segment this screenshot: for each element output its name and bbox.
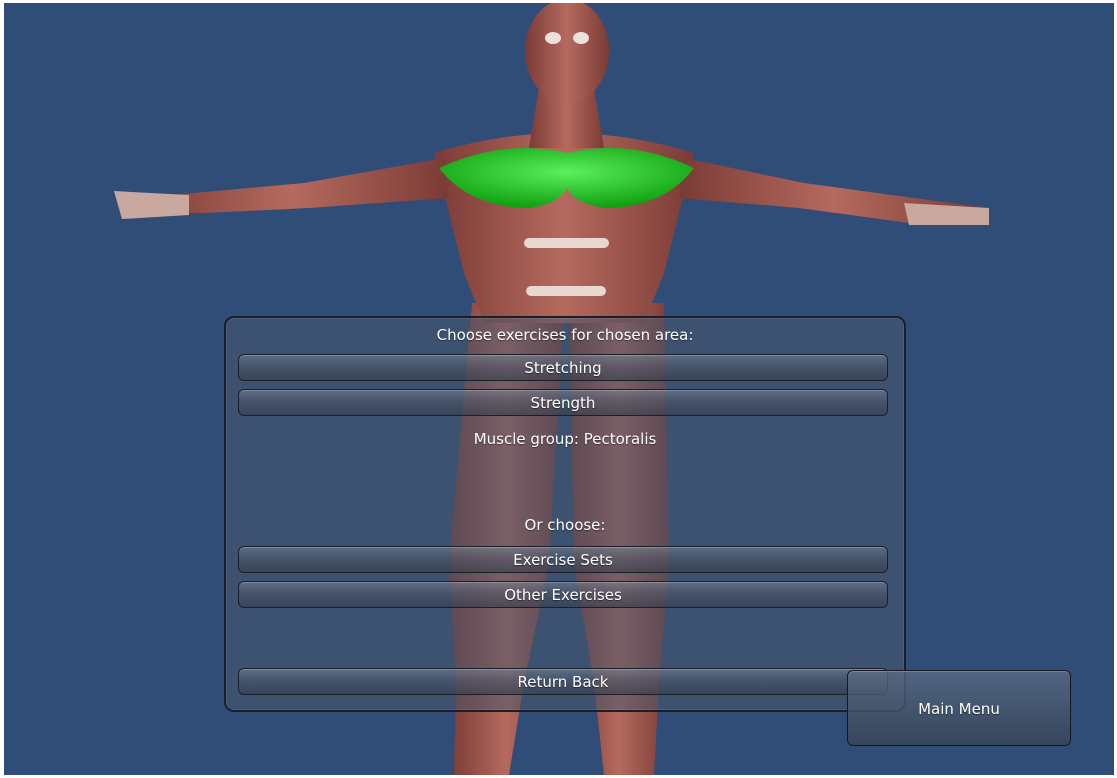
- panel-heading: Choose exercises for chosen area:: [436, 326, 694, 344]
- or-choose-label: Or choose:: [524, 516, 606, 534]
- eye-left: [545, 32, 561, 44]
- head: [525, 3, 609, 103]
- muscle-group-label: Muscle group: Pectoralis: [473, 430, 657, 448]
- return-back-button[interactable]: Return Back: [238, 668, 888, 695]
- abs-line-2: [526, 286, 606, 296]
- left-hand: [114, 191, 189, 219]
- eye-right: [573, 32, 589, 44]
- abs-line-1: [524, 238, 609, 248]
- exercise-sets-button[interactable]: Exercise Sets: [238, 546, 888, 573]
- main-menu-button[interactable]: Main Menu: [847, 670, 1071, 746]
- exercise-panel: Choose exercises for chosen area: Stretc…: [224, 316, 906, 712]
- 3d-viewport[interactable]: Choose exercises for chosen area: Stretc…: [4, 3, 1114, 775]
- stretching-button[interactable]: Stretching: [238, 354, 888, 381]
- other-exercises-button[interactable]: Other Exercises: [238, 581, 888, 608]
- strength-button[interactable]: Strength: [238, 389, 888, 416]
